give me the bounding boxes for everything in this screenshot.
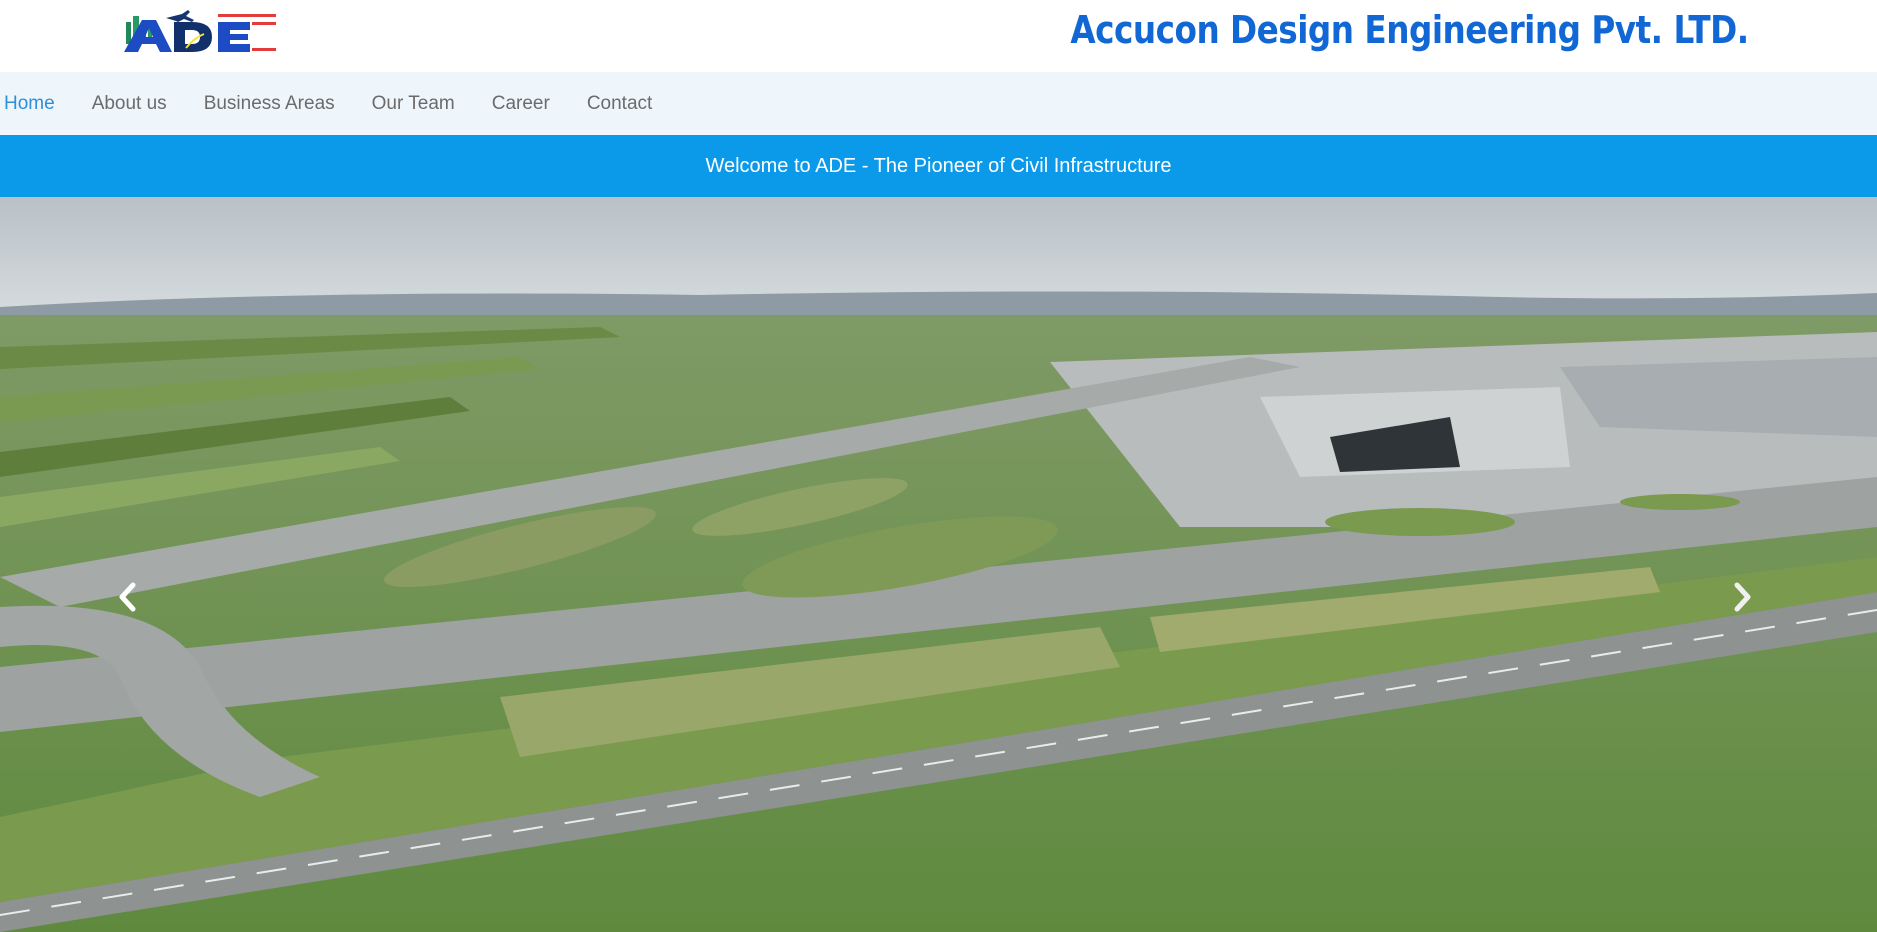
nav-item-about-us[interactable]: About us xyxy=(92,93,167,115)
chevron-left-icon xyxy=(119,582,136,612)
welcome-text: Welcome to ADE - The Pioneer of Civil In… xyxy=(705,154,1172,177)
hero-carousel xyxy=(0,197,1877,932)
site-header: Accucon Design Engineering Pvt. LTD. xyxy=(0,0,1877,72)
chevron-right-icon xyxy=(1734,582,1751,612)
carousel-next-button[interactable] xyxy=(1722,567,1762,627)
ade-logo[interactable] xyxy=(120,8,280,58)
main-nav: Home About us Business Areas Our Team Ca… xyxy=(0,72,1877,135)
nav-item-career[interactable]: Career xyxy=(492,93,550,115)
nav-item-contact[interactable]: Contact xyxy=(587,93,652,115)
nav-item-business-areas[interactable]: Business Areas xyxy=(204,93,335,115)
carousel-prev-button[interactable] xyxy=(108,567,148,627)
company-title: Accucon Design Engineering Pvt. LTD. xyxy=(1070,8,1750,52)
nav-item-home[interactable]: Home xyxy=(4,93,55,115)
welcome-banner: Welcome to ADE - The Pioneer of Civil In… xyxy=(0,135,1877,197)
carousel-slide-image xyxy=(0,197,1877,932)
nav-item-our-team[interactable]: Our Team xyxy=(372,93,455,115)
